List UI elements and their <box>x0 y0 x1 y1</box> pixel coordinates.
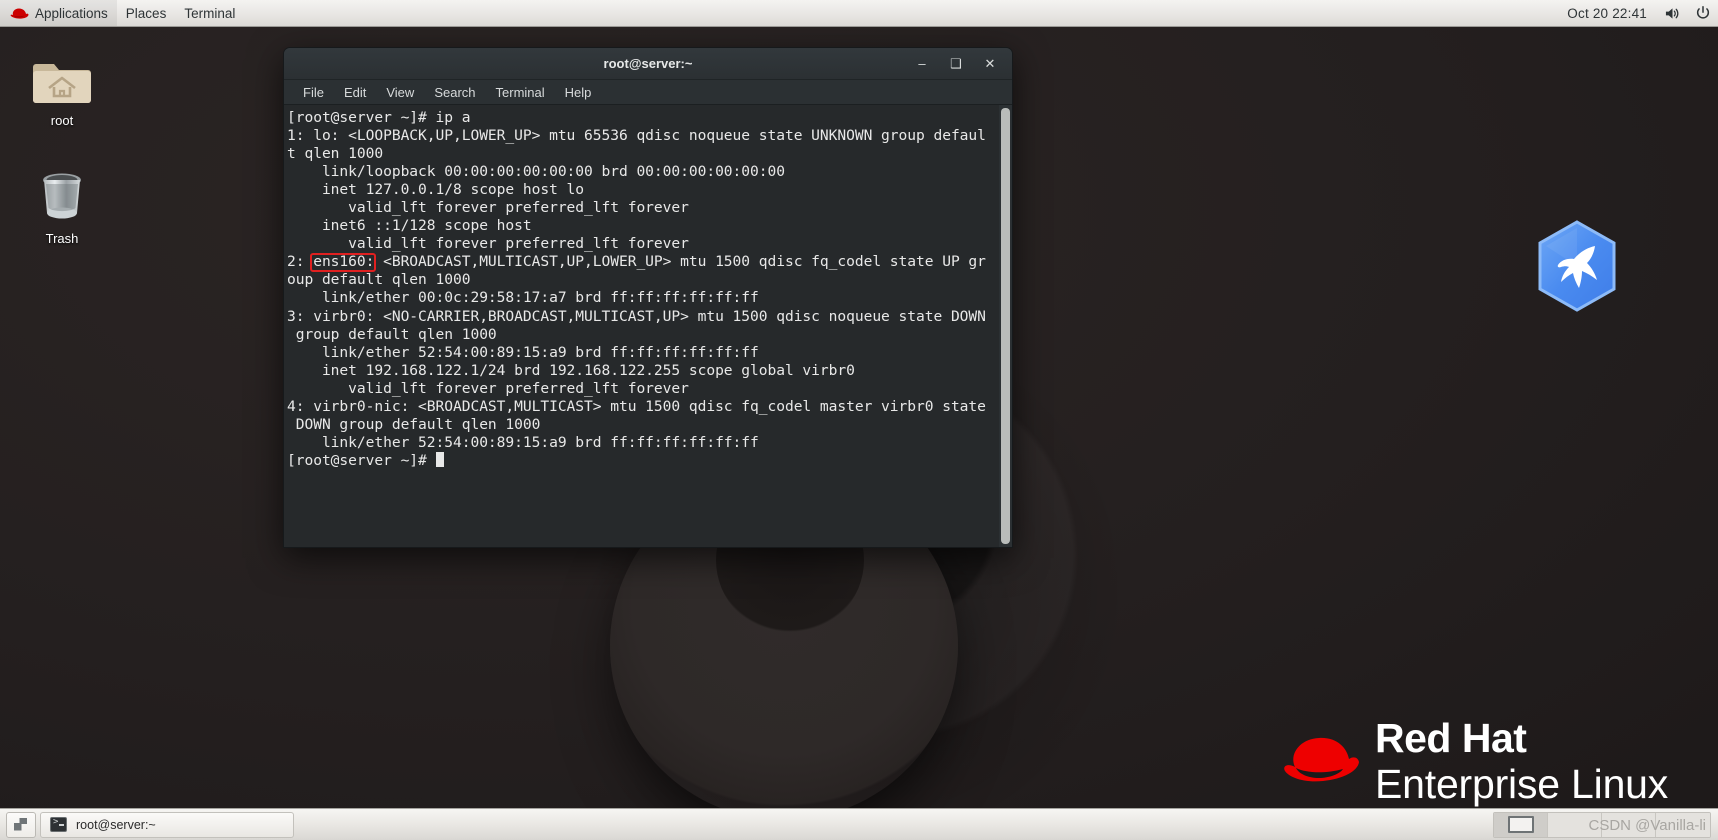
scrollbar-thumb[interactable] <box>1001 108 1010 544</box>
terminal-line: valid_lft forever preferred_lft forever <box>287 235 689 253</box>
terminal-line: group default qlen 1000 <box>287 325 497 343</box>
applications-menu[interactable]: Applications <box>0 0 117 26</box>
maximize-button[interactable]: ❑ <box>948 56 964 72</box>
terminal-cursor <box>435 451 445 467</box>
terminal-line: 1: lo: <LOOPBACK,UP,LOWER_UP> mtu 65536 … <box>287 127 986 145</box>
task-button-terminal[interactable]: root@server:~ <box>40 811 294 838</box>
bottom-panel-right <box>1493 811 1714 838</box>
close-button[interactable]: ✕ <box>982 56 998 72</box>
desktop-icon-label: root <box>50 113 74 128</box>
terminal-line: oup default qlen 1000 <box>287 271 471 289</box>
menu-view[interactable]: View <box>376 80 424 105</box>
task-list: root@server:~ <box>40 811 294 838</box>
places-menu-label: Places <box>125 5 167 21</box>
menu-help[interactable]: Help <box>555 80 602 105</box>
terminal-line: link/ether 52:54:00:89:15:a9 brd ff:ff:f… <box>287 343 759 361</box>
window-controls: – ❑ ✕ <box>914 56 1012 72</box>
brand-line-2: Enterprise Linux <box>1375 761 1669 807</box>
terminal-title-bar[interactable]: root@server:~ – ❑ ✕ <box>284 48 1012 80</box>
top-panel: Applications Places Terminal Oct 20 22:4… <box>0 0 1718 27</box>
desktop-icon-trash[interactable]: Trash <box>14 164 110 246</box>
minimize-button[interactable]: – <box>914 56 930 72</box>
workspace-2[interactable] <box>1548 812 1602 837</box>
home-folder-icon <box>33 46 91 106</box>
terminal-body[interactable]: [root@server ~]# ip a 1: lo: <LOOPBACK,UP… <box>284 105 1012 547</box>
blue-hexagon-bird-icon <box>1532 218 1622 319</box>
redhat-shadowman-icon <box>9 7 29 20</box>
menu-terminal[interactable]: Terminal <box>486 80 555 105</box>
bottom-panel: root@server:~ <box>0 808 1718 840</box>
terminal-line: t qlen 1000 <box>287 145 384 163</box>
trash-can-icon <box>36 164 88 224</box>
volume-speaker-icon[interactable] <box>1657 0 1688 26</box>
show-desktop-icon[interactable] <box>6 811 36 838</box>
applications-menu-label: Applications <box>35 5 108 21</box>
menu-search[interactable]: Search <box>424 80 485 105</box>
terminal-line: inet 192.168.122.1/24 brd 192.168.122.25… <box>287 361 855 379</box>
workspace-4[interactable] <box>1656 812 1710 837</box>
terminal-scrollbar[interactable] <box>999 105 1012 547</box>
terminal-menu-bar: File Edit View Search Terminal Help <box>284 80 1012 105</box>
menu-edit[interactable]: Edit <box>334 80 376 105</box>
power-icon[interactable] <box>1688 0 1718 26</box>
terminal-line: link/loopback 00:00:00:00:00:00 brd 00:0… <box>287 163 785 181</box>
places-menu[interactable]: Places <box>117 0 176 26</box>
terminal-title: root@server:~ <box>603 56 693 71</box>
brand-line-1: Red Hat <box>1375 715 1527 761</box>
workspace-3[interactable] <box>1602 812 1656 837</box>
terminal-line: inet6 ::1/128 scope host <box>287 217 532 235</box>
terminal-line: inet 127.0.0.1/8 scope host lo <box>287 181 585 199</box>
task-button-label: root@server:~ <box>76 817 156 832</box>
terminal-line: 3: virbr0: <NO-CARRIER,BROADCAST,MULTICA… <box>287 307 986 325</box>
terminal-prompt-line: [root@server ~]# <box>287 451 999 470</box>
workspace-window-thumb <box>1507 816 1534 833</box>
redhat-hat-icon <box>1283 731 1359 792</box>
terminal-line: DOWN group default qlen 1000 <box>287 415 541 433</box>
menu-file[interactable]: File <box>293 80 334 105</box>
terminal-prompt: [root@server ~]# <box>287 451 436 469</box>
workspace-switcher[interactable] <box>1493 811 1711 838</box>
terminal-line: link/ether 52:54:00:89:15:a9 brd ff:ff:f… <box>287 433 759 451</box>
terminal-window: root@server:~ – ❑ ✕ File Edit View Searc… <box>283 47 1013 548</box>
terminal-line: 4: virbr0-nic: <BROADCAST,MULTICAST> mtu… <box>287 397 986 415</box>
terminal-line: 2: ens160: <BROADCAST,MULTICAST,UP,LOWER… <box>287 253 986 271</box>
terminal-line: valid_lft forever preferred_lft forever <box>287 379 689 397</box>
terminal-line: valid_lft forever preferred_lft forever <box>287 199 689 217</box>
workspace-1[interactable] <box>1494 812 1548 837</box>
clock[interactable]: Oct 20 22:41 <box>1557 6 1657 21</box>
terminal-icon <box>50 817 67 832</box>
terminal-app-menu[interactable]: Terminal <box>175 0 244 26</box>
terminal-line: link/ether 00:0c:29:58:17:a7 brd ff:ff:f… <box>287 289 759 307</box>
desktop-icon-label: Trash <box>45 231 79 246</box>
terminal-output[interactable]: [root@server ~]# ip a 1: lo: <LOOPBACK,UP… <box>284 105 999 547</box>
terminal-app-menu-label: Terminal <box>184 5 236 21</box>
terminal-line: [root@server ~]# ip a <box>287 109 471 126</box>
rhel-branding: Red Hat Enterprise Linux <box>1283 718 1668 805</box>
desktop-icon-root[interactable]: root <box>14 46 110 128</box>
desktop: Applications Places Terminal Oct 20 22:4… <box>0 0 1718 840</box>
